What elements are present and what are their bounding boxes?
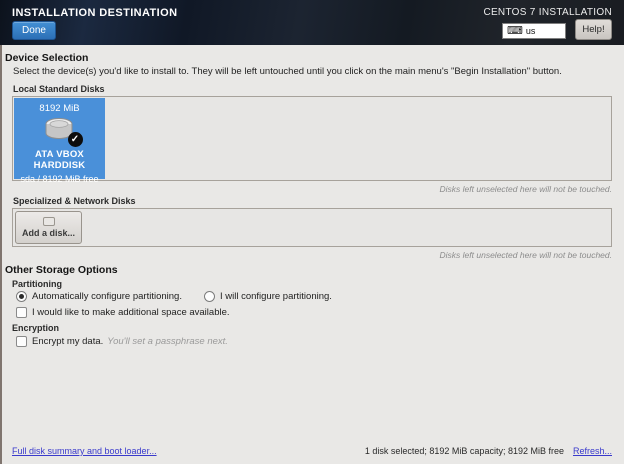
disk-name: ATA VBOX HARDDISK xyxy=(33,149,86,171)
unselected-note-specialized: Disks left unselected here will not be t… xyxy=(439,250,612,260)
additional-space-row: I would like to make additional space av… xyxy=(16,307,230,318)
specialized-disks-panel: Add a disk... xyxy=(12,208,612,247)
checkbox-encrypt-data[interactable] xyxy=(16,336,27,347)
keyboard-icon: ⌨ xyxy=(507,25,523,37)
hard-disk-icon: ✓ xyxy=(42,117,83,147)
disk-free: 8192 MiB free xyxy=(42,174,99,184)
disk-size: 8192 MiB xyxy=(39,103,80,114)
unselected-note-local: Disks left unselected here will not be t… xyxy=(439,184,612,194)
radio-auto-label: Automatically configure partitioning. xyxy=(32,291,182,302)
radio-auto-partitioning[interactable] xyxy=(16,291,27,302)
full-disk-summary-link[interactable]: Full disk summary and boot loader... xyxy=(12,446,157,456)
disk-tile-sda[interactable]: 8192 MiB ✓ ATA VBOX HARDDISK sda / 8192 … xyxy=(14,98,105,184)
encryption-heading: Encryption xyxy=(12,323,60,333)
done-button[interactable]: Done xyxy=(12,21,56,40)
keyboard-layout-indicator[interactable]: ⌨ us xyxy=(502,23,566,39)
local-disks-panel: 8192 MiB ✓ ATA VBOX HARDDISK sda / 8192 … xyxy=(12,96,612,184)
disk-device: sda xyxy=(20,174,35,184)
add-disk-label: Add a disk... xyxy=(21,228,75,238)
other-storage-heading: Other Storage Options xyxy=(5,264,118,276)
page-title: INSTALLATION DESTINATION xyxy=(12,7,178,19)
header-bar: INSTALLATION DESTINATION Done CENTOS 7 I… xyxy=(0,0,624,45)
encrypt-label: Encrypt my data. xyxy=(32,336,104,347)
partitioning-heading: Partitioning xyxy=(12,279,62,289)
selected-check-icon: ✓ xyxy=(67,132,83,147)
local-disks-heading: Local Standard Disks xyxy=(13,84,105,94)
checkbox-additional-space[interactable] xyxy=(16,307,27,318)
add-disk-icon xyxy=(42,217,55,226)
device-selection-heading: Device Selection xyxy=(5,52,89,64)
disk-details: sda / 8192 MiB free xyxy=(14,174,105,184)
installation-destination-window: INSTALLATION DESTINATION Done CENTOS 7 I… xyxy=(0,0,624,464)
radio-manual-partitioning[interactable] xyxy=(203,291,215,302)
product-label: CENTOS 7 INSTALLATION xyxy=(483,7,612,18)
radio-manual-label: I will configure partitioning. xyxy=(219,291,332,302)
keyboard-layout-label: us xyxy=(525,26,536,36)
footer-status: 1 disk selected; 8192 MiB capacity; 8192… xyxy=(365,446,612,456)
partitioning-radio-row: Automatically configure partitioning. I … xyxy=(16,291,332,302)
specialized-disks-heading: Specialized & Network Disks xyxy=(13,196,136,206)
encrypt-note: You'll set a passphrase next. xyxy=(107,336,228,347)
help-button[interactable]: Help! xyxy=(575,19,612,40)
additional-space-label: I would like to make additional space av… xyxy=(32,307,230,318)
refresh-link[interactable]: Refresh... xyxy=(573,446,612,456)
device-selection-subtitle: Select the device(s) you'd like to insta… xyxy=(13,66,562,77)
encrypt-row: Encrypt my data. You'll set a passphrase… xyxy=(16,336,228,347)
disk-separator: / xyxy=(37,174,40,184)
selection-status: 1 disk selected; 8192 MiB capacity; 8192… xyxy=(364,446,564,456)
add-disk-button[interactable]: Add a disk... xyxy=(15,211,82,244)
